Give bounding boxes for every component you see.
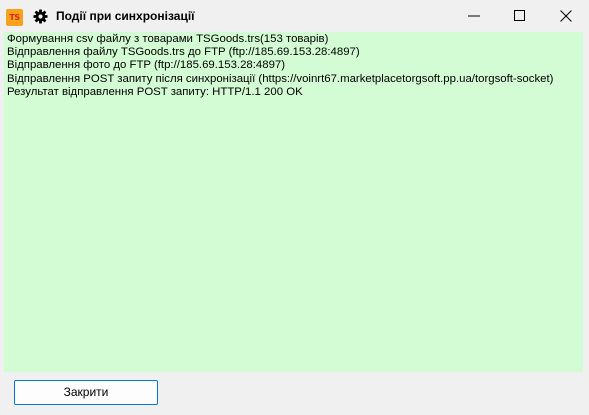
app-logo-icon: TS [6,9,23,26]
maximize-icon [514,10,525,21]
close-window-button[interactable] [543,0,589,32]
gear-icon [33,9,48,24]
log-line: Відправлення фото до FTP (ftp://185.69.1… [7,59,286,72]
log-line: Відправлення POST запиту після синхроніз… [7,72,554,85]
close-button[interactable]: Закрити [14,380,158,405]
title-bar[interactable]: TS Події при синхронізації [0,0,589,32]
log-line: Результат відправлення POST запиту: HTTP… [7,85,303,98]
sync-events-window: TS Події при синхронізації Формування cs… [0,0,589,415]
window-title: Події при синхронізації [56,9,195,23]
app-logo-text: TS [9,13,20,22]
minimize-button[interactable] [451,0,497,32]
close-icon [560,10,572,22]
maximize-button[interactable] [497,0,543,32]
log-line: Формування csv файлу з товарами TSGoods.… [7,33,329,45]
log-line: Відправлення файлу TSGoods.trs до FTP (f… [7,46,360,59]
minimize-icon [468,15,480,17]
sync-log[interactable]: Формування csv файлу з товарами TSGoods.… [4,32,583,372]
